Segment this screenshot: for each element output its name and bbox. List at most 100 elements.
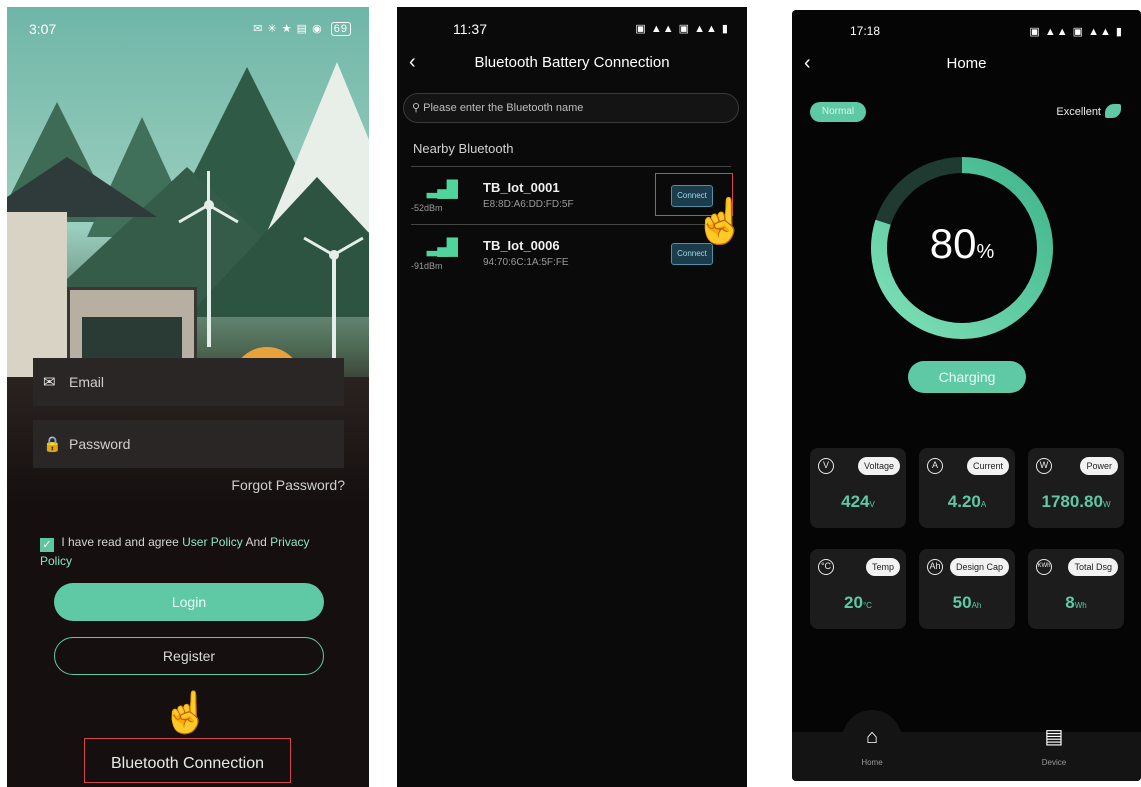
current-icon: A bbox=[927, 458, 943, 474]
forgot-password-link[interactable]: Forgot Password? bbox=[231, 477, 345, 493]
energy-icon: KWh bbox=[1036, 559, 1052, 575]
landscape-illustration bbox=[7, 7, 369, 407]
page-title: Home bbox=[946, 55, 987, 72]
pointing-hand-icon: ☝ bbox=[693, 197, 747, 246]
signal-strength-icon: ▂▄█ bbox=[427, 181, 458, 198]
metric-label: Current bbox=[966, 457, 1009, 475]
metric-value: 20°C bbox=[810, 593, 906, 613]
wind-turbine bbox=[207, 207, 211, 347]
metric-value: 4.20A bbox=[919, 492, 1015, 512]
metric-unit: °C bbox=[862, 601, 872, 610]
metric-unit: Ah bbox=[971, 601, 982, 610]
metric-card: °C Temp 20°C bbox=[810, 549, 906, 629]
leaf-icon bbox=[1105, 104, 1121, 118]
metric-label: Temp bbox=[865, 558, 900, 576]
metric-label: Total Dsg bbox=[1068, 558, 1118, 576]
tab-device[interactable]: ▤ Device bbox=[1014, 722, 1094, 770]
device-mac: E8:8D:A6:DD:FD:5F bbox=[483, 199, 574, 210]
metric-number: 8 bbox=[1065, 593, 1075, 612]
email-placeholder: Email bbox=[69, 374, 105, 390]
bluetooth-screen: 11:37 ▣ ▲▲ ▣ ▲▲ ▮ ‹ Bluetooth Battery Co… bbox=[397, 7, 747, 787]
metric-number: 424 bbox=[841, 492, 870, 511]
status-icons: ▣ ▲▲ ▣ ▲▲ ▮ bbox=[635, 23, 729, 35]
user-policy-link[interactable]: User Policy bbox=[182, 535, 243, 549]
search-icon: ⚲ bbox=[412, 102, 421, 114]
capacity-icon: Ah bbox=[927, 559, 943, 575]
signal-strength-icon: ▂▄█ bbox=[427, 239, 458, 256]
metric-unit: V bbox=[869, 500, 875, 509]
charging-status: Charging bbox=[908, 361, 1026, 393]
home-icon: ⌂ bbox=[865, 726, 879, 748]
device-name: TB_Iot_0001 bbox=[483, 180, 560, 195]
agree-checkbox[interactable]: ✓ bbox=[40, 538, 54, 552]
health-indicator: Excellent bbox=[1056, 104, 1121, 118]
section-title: Nearby Bluetooth bbox=[413, 141, 514, 156]
status-time: 3:07 bbox=[29, 21, 57, 37]
tab-home-label: Home bbox=[861, 758, 883, 767]
metric-number: 20 bbox=[844, 593, 863, 612]
divider bbox=[411, 166, 731, 167]
metric-card: Ah Design Cap 50Ah bbox=[919, 549, 1015, 629]
metric-unit: W bbox=[1102, 500, 1111, 509]
battery-level: 69 bbox=[330, 22, 351, 36]
status-icons: ▣ ▲▲ ▣ ▲▲ ▮ bbox=[1029, 26, 1123, 38]
register-button[interactable]: Register bbox=[54, 637, 324, 675]
device-icon: ▤ bbox=[1044, 726, 1064, 748]
turbine-blade bbox=[207, 171, 210, 205]
metric-card: A Current 4.20A bbox=[919, 448, 1015, 528]
soc-value: 80 bbox=[929, 220, 977, 267]
search-input[interactable]: ⚲ Please enter the Bluetooth name bbox=[403, 93, 739, 123]
status-bar: 11:37 ▣ ▲▲ ▣ ▲▲ ▮ bbox=[397, 7, 747, 47]
pointing-hand-icon: ☝ bbox=[161, 691, 211, 735]
search-placeholder: Please enter the Bluetooth name bbox=[423, 102, 584, 114]
agree-and-text: And bbox=[245, 535, 267, 549]
metric-value: 50Ah bbox=[919, 593, 1015, 613]
agree-text: I have read and agree bbox=[61, 535, 179, 549]
email-field[interactable]: ✉ Email bbox=[33, 358, 344, 406]
envelope-icon: ✉ bbox=[43, 374, 56, 391]
metric-label: Design Cap bbox=[949, 558, 1009, 576]
login-screen: 3:07 ✉ ✳ ★ ▤ ◉ 69 ✉ Email 🔒 Password For… bbox=[7, 7, 369, 787]
divider bbox=[411, 224, 731, 225]
status-bar: 17:18 ▣ ▲▲ ▣ ▲▲ ▮ bbox=[792, 10, 1141, 50]
status-time: 17:18 bbox=[850, 24, 881, 38]
password-field[interactable]: 🔒 Password bbox=[33, 420, 344, 468]
temperature-icon: °C bbox=[818, 559, 834, 575]
metric-card: KWh Total Dsg 8Wh bbox=[1028, 549, 1124, 629]
status-badge: Normal bbox=[810, 102, 866, 122]
metric-unit: A bbox=[980, 500, 987, 509]
device-mac: 94:70:6C:1A:5F:FE bbox=[483, 257, 569, 268]
status-bar: 3:07 ✉ ✳ ★ ▤ ◉ 69 bbox=[7, 7, 369, 47]
soc-unit: % bbox=[976, 241, 995, 263]
status-icons: ✉ ✳ ★ ▤ ◉ 69 bbox=[253, 22, 351, 36]
metric-value: 1780.80W bbox=[1028, 492, 1124, 512]
metric-value: 424V bbox=[810, 492, 906, 512]
password-placeholder: Password bbox=[69, 436, 131, 452]
device-rssi: -91dBm bbox=[411, 261, 443, 271]
status-time: 11:37 bbox=[453, 21, 487, 37]
bluetooth-connection-button[interactable]: Bluetooth Connection bbox=[84, 738, 291, 783]
status-glyphs: ✉ ✳ ★ ▤ ◉ bbox=[253, 23, 323, 35]
policy-agreement: ✓ I have read and agree User Policy And … bbox=[40, 533, 340, 571]
login-button[interactable]: Login bbox=[54, 583, 324, 621]
home-screen: 17:18 ▣ ▲▲ ▣ ▲▲ ▮ ‹ Home Normal Excellen… bbox=[792, 10, 1141, 781]
metric-label: Voltage bbox=[857, 457, 900, 475]
voltage-icon: V bbox=[818, 458, 834, 474]
page-title: Bluetooth Battery Connection bbox=[474, 54, 670, 71]
metric-card: W Power 1780.80W bbox=[1028, 448, 1124, 528]
device-rssi: -52dBm bbox=[411, 203, 443, 213]
device-name: TB_Iot_0006 bbox=[483, 238, 560, 253]
soc-readout: 80% bbox=[867, 220, 1057, 268]
metric-label: Power bbox=[1080, 457, 1118, 475]
tab-home[interactable]: ⌂ Home bbox=[832, 722, 912, 770]
power-icon: W bbox=[1036, 458, 1052, 474]
turbine-blade bbox=[332, 255, 335, 289]
metric-number: 4.20 bbox=[947, 492, 981, 511]
nav-bar: ‹ Home bbox=[792, 48, 1141, 80]
metric-value: 8Wh bbox=[1028, 593, 1124, 613]
health-label: Excellent bbox=[1056, 106, 1101, 118]
lock-icon: 🔒 bbox=[43, 436, 62, 453]
metric-unit: Wh bbox=[1074, 601, 1087, 610]
metric-number: 50 bbox=[952, 593, 972, 612]
nav-bar: ‹ Bluetooth Battery Connection bbox=[397, 47, 747, 79]
